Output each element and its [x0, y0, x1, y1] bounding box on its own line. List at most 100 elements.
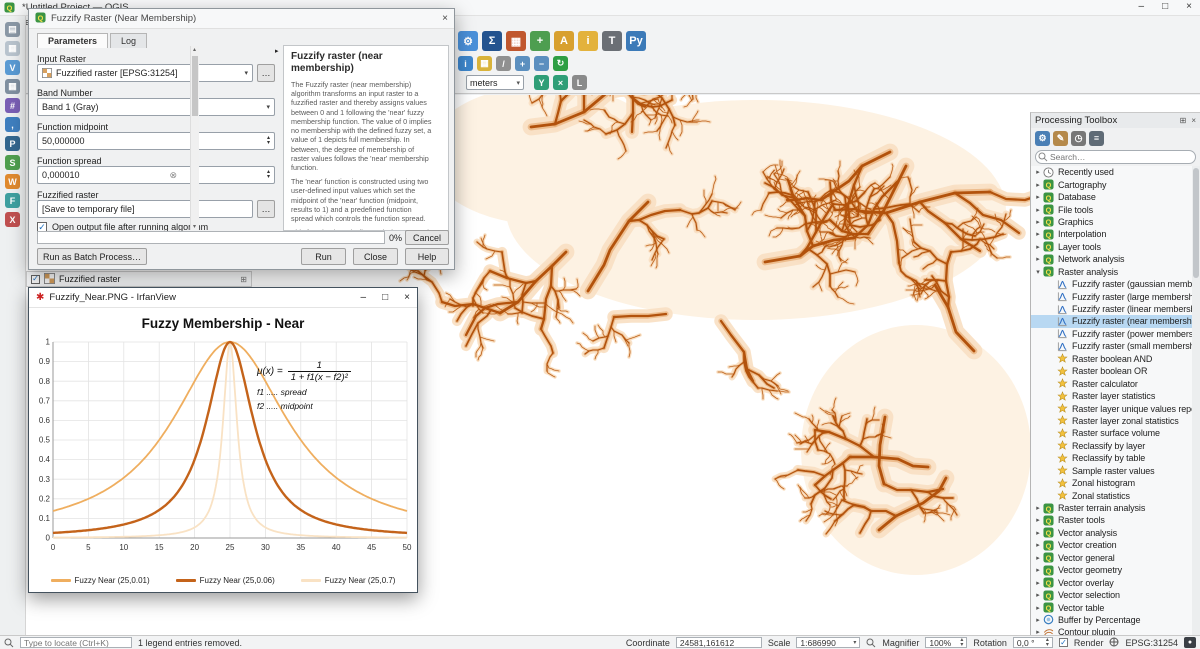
minimize-icon[interactable]: –: [1139, 1, 1145, 12]
map-tips-icon[interactable]: i: [578, 31, 598, 51]
expander-icon[interactable]: ▸: [1033, 579, 1043, 587]
cancel-button[interactable]: Cancel: [405, 230, 449, 245]
select-features-icon[interactable]: ▦: [477, 56, 492, 71]
close-icon[interactable]: ×: [1186, 1, 1192, 12]
expander-icon[interactable]: ▸: [1033, 566, 1043, 574]
toolbox-item-buffer-by-percentage[interactable]: ▸Buffer by Percentage: [1031, 614, 1192, 626]
toolbox-item-file-tools[interactable]: ▸QFile tools: [1031, 203, 1192, 215]
toolbox-item-layer-tools[interactable]: ▸QLayer tools: [1031, 241, 1192, 253]
toolbox-item-raster-tools[interactable]: ▸QRaster tools: [1031, 514, 1192, 526]
toolbox-item-fuzzify-raster-large-membership[interactable]: Fuzzify raster (large membership): [1031, 290, 1192, 302]
magnifier-value[interactable]: 100%▴▾: [925, 637, 967, 648]
run-as-batch-button[interactable]: Run as Batch Process…: [37, 248, 147, 265]
add-spatialite-icon[interactable]: S: [5, 155, 20, 170]
add-raster-layer-icon[interactable]: ▦: [5, 79, 20, 94]
maximize-icon[interactable]: □: [1162, 1, 1168, 12]
run-button[interactable]: Run: [301, 248, 346, 265]
add-vector-layer-icon[interactable]: V: [5, 60, 20, 75]
toolbox-item-raster-boolean-and[interactable]: Raster boolean AND: [1031, 353, 1192, 365]
add-mesh-layer-icon[interactable]: #: [5, 98, 20, 113]
expander-icon[interactable]: ▾: [1033, 268, 1043, 276]
function-midpoint-spinbox[interactable]: 50,000000 ▴▾: [37, 132, 275, 150]
history-icon[interactable]: ◷: [1071, 131, 1086, 146]
snapping-icon[interactable]: L: [572, 75, 587, 90]
toolbox-item-sample-raster-values[interactable]: Sample raster values: [1031, 465, 1192, 477]
fuzzified-raster-input[interactable]: [Save to temporary file]: [37, 200, 253, 218]
input-raster-browse-button[interactable]: …: [257, 64, 275, 82]
toolbox-item-raster-layer-statistics[interactable]: Raster layer statistics: [1031, 390, 1192, 402]
refresh-map-icon[interactable]: ↻: [553, 56, 568, 71]
text-box-icon[interactable]: T: [602, 31, 622, 51]
layers-panel-item[interactable]: ✓ Fuzzified raster ⊞: [26, 271, 252, 287]
zoom-out-icon[interactable]: −: [534, 56, 549, 71]
identify-features-icon[interactable]: i: [458, 56, 473, 71]
expander-icon[interactable]: ▸: [1033, 529, 1043, 537]
expander-icon[interactable]: ▸: [1033, 504, 1043, 512]
toolbox-search-input[interactable]: [1035, 150, 1196, 164]
messages-icon[interactable]: ●: [1184, 637, 1196, 648]
toolbox-item-network-analysis[interactable]: ▸QNetwork analysis: [1031, 253, 1192, 265]
expander-icon[interactable]: ▸: [1033, 604, 1043, 612]
tab-parameters[interactable]: Parameters: [37, 33, 108, 48]
toolbox-item-vector-selection[interactable]: ▸QVector selection: [1031, 589, 1192, 601]
expander-icon[interactable]: ▸: [1033, 591, 1043, 599]
toolbox-item-raster-layer-unique-values-report[interactable]: Raster layer unique values report: [1031, 402, 1192, 414]
toolbox-item-fuzzify-raster-small-membership[interactable]: Fuzzify raster (small membership): [1031, 340, 1192, 352]
toolbox-item-zonal-histogram[interactable]: Zonal histogram: [1031, 477, 1192, 489]
irfanview-titlebar[interactable]: ✱ Fuzzify_Near.PNG - IrfanView – □ ×: [29, 288, 417, 308]
models-icon[interactable]: ⚙: [1035, 131, 1050, 146]
expander-icon[interactable]: ▸: [1033, 541, 1043, 549]
toolbox-item-raster-terrain-analysis[interactable]: ▸QRaster terrain analysis: [1031, 502, 1192, 514]
toolbox-item-database[interactable]: ▸QDatabase: [1031, 191, 1192, 203]
tracing-icon[interactable]: Y: [534, 75, 549, 90]
toolbox-item-raster-analysis[interactable]: ▾QRaster analysis: [1031, 266, 1192, 278]
help-button[interactable]: Help: [405, 248, 449, 265]
toolbox-item-raster-calculator[interactable]: Raster calculator: [1031, 377, 1192, 389]
input-raster-combo[interactable]: Fuzzified raster [EPSG:31254] ▾: [37, 64, 253, 82]
toolbox-item-vector-geometry[interactable]: ▸QVector geometry: [1031, 564, 1192, 576]
coordinate-value[interactable]: 24581,161612: [676, 637, 762, 648]
georeferencer-icon[interactable]: +: [530, 31, 550, 51]
toolbox-item-vector-table[interactable]: ▸QVector table: [1031, 601, 1192, 613]
toolbox-item-vector-creation[interactable]: ▸QVector creation: [1031, 539, 1192, 551]
new-layout-icon[interactable]: ▦: [5, 41, 20, 56]
toolbox-item-interpolation[interactable]: ▸QInterpolation: [1031, 228, 1192, 240]
add-delimited-text-icon[interactable]: ,: [5, 117, 20, 132]
toolbox-item-graphics[interactable]: ▸QGraphics: [1031, 216, 1192, 228]
maximize-icon[interactable]: □: [382, 292, 388, 303]
processing-toolbox-icon[interactable]: ⚙: [458, 31, 478, 51]
toolbox-item-fuzzify-raster-power-membership[interactable]: Fuzzify raster (power membership): [1031, 328, 1192, 340]
band-number-combo[interactable]: Band 1 (Gray) ▾: [37, 98, 275, 116]
toolbox-item-vector-analysis[interactable]: ▸QVector analysis: [1031, 527, 1192, 539]
raster-calculator-icon[interactable]: ▦: [506, 31, 526, 51]
toolbox-item-vector-general[interactable]: ▸QVector general: [1031, 552, 1192, 564]
tab-log[interactable]: Log: [110, 33, 147, 48]
panel-close-icon[interactable]: ×: [1191, 116, 1196, 125]
add-wfs-icon[interactable]: F: [5, 193, 20, 208]
zoom-in-icon[interactable]: +: [515, 56, 530, 71]
digitize-icon[interactable]: ×: [553, 75, 568, 90]
expander-icon[interactable]: ▸: [1033, 516, 1043, 524]
annotation-icon[interactable]: A: [554, 31, 574, 51]
add-postgis-icon[interactable]: P: [5, 136, 20, 151]
toolbox-item-reclassify-by-layer[interactable]: Reclassify by layer: [1031, 440, 1192, 452]
crs-value[interactable]: EPSG:31254: [1125, 638, 1178, 648]
expander-icon[interactable]: ▸: [1033, 181, 1043, 189]
description-expander-icon[interactable]: ▸: [275, 47, 279, 55]
toolbox-item-contour-plugin[interactable]: ▸Contour plugin: [1031, 626, 1192, 635]
toolbox-item-vector-overlay[interactable]: ▸QVector overlay: [1031, 576, 1192, 588]
spinner-arrows-icon[interactable]: ▴▾: [267, 136, 270, 147]
expander-icon[interactable]: ▸: [1033, 193, 1043, 201]
expander-icon[interactable]: ▸: [1033, 255, 1043, 263]
add-xyz-icon[interactable]: X: [5, 212, 20, 227]
expander-icon[interactable]: ▸: [1033, 616, 1043, 624]
panel-float-icon[interactable]: ⊞: [1180, 116, 1187, 125]
toolbox-item-fuzzify-raster-near-membership[interactable]: Fuzzify raster (near membership): [1031, 315, 1192, 327]
scripts-icon[interactable]: ✎: [1053, 131, 1068, 146]
toolbox-item-raster-surface-volume[interactable]: Raster surface volume: [1031, 427, 1192, 439]
close-icon[interactable]: ×: [404, 292, 410, 303]
fuzzified-raster-browse-button[interactable]: …: [257, 200, 275, 218]
minimize-icon[interactable]: –: [361, 292, 367, 303]
layer-visibility-checkbox[interactable]: ✓: [31, 275, 40, 284]
toolbox-item-zonal-statistics[interactable]: Zonal statistics: [1031, 489, 1192, 501]
